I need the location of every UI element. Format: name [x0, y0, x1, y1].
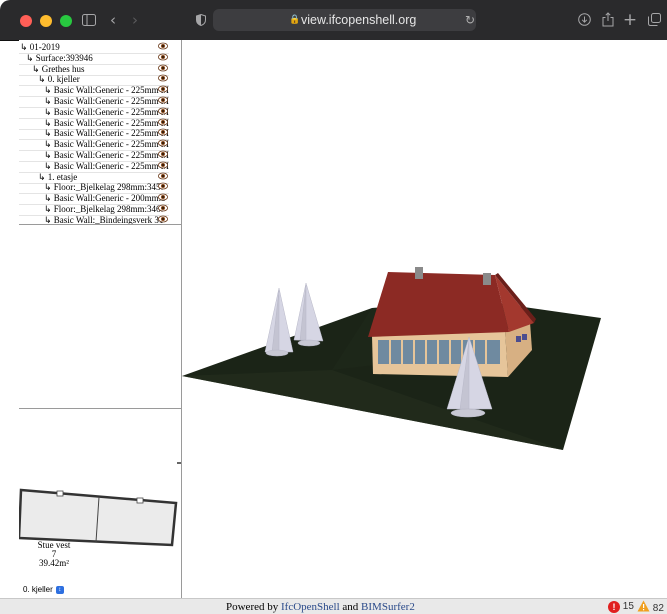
- browser-window: ‹ › 🔒 view.ifcopenshell.org ↻ + ↳ 01-201…: [0, 0, 667, 614]
- visibility-eye-icon[interactable]: [158, 64, 168, 75]
- close-window-button[interactable]: [20, 15, 32, 27]
- address-bar[interactable]: 🔒 view.ifcopenshell.org ↻: [213, 9, 476, 31]
- tree-item-label: ↳ Basic Wall:Generic - 225mm M: [44, 139, 169, 150]
- footer-prefix: Powered by: [226, 601, 281, 613]
- visibility-eye-icon[interactable]: [158, 150, 168, 161]
- error-badge[interactable]: ! 15: [608, 600, 634, 614]
- minimize-window-button[interactable]: [40, 15, 52, 27]
- visibility-eye-icon[interactable]: [158, 53, 168, 64]
- ifcopenshell-link[interactable]: IfcOpenShell: [281, 601, 340, 613]
- warning-count: 82: [652, 603, 664, 614]
- footer-bar: Powered by IfcOpenShell and BIMSurfer2 !…: [0, 598, 667, 614]
- tree-middle: [293, 282, 324, 347]
- tree-item-label: ↳ Floor:_Bjelkelag 298mm:3467: [44, 204, 166, 214]
- visibility-eye-icon[interactable]: [158, 193, 168, 204]
- select-arrows-icon: ↕: [55, 585, 64, 594]
- sidebar-toggle-icon[interactable]: [78, 8, 100, 32]
- back-icon[interactable]: ‹: [105, 8, 121, 32]
- visibility-eye-icon[interactable]: [158, 96, 168, 107]
- new-tab-icon[interactable]: +: [622, 8, 638, 32]
- visibility-eye-icon[interactable]: [158, 204, 168, 215]
- tree-item-label: ↳ Basic Wall:Generic - 225mm M: [44, 128, 169, 139]
- visibility-eye-icon[interactable]: [158, 161, 168, 172]
- visibility-eye-icon[interactable]: [158, 139, 168, 150]
- tree-item-label: ↳ Basic Wall:Generic - 225mm M: [44, 106, 169, 117]
- share-icon[interactable]: [599, 8, 617, 32]
- tree-item-label: ↳ 01-2019: [20, 42, 60, 52]
- visibility-eye-icon[interactable]: [158, 215, 168, 224]
- visibility-eye-icon[interactable]: [158, 118, 168, 129]
- tree-item-label: ↳ 0. kjeller: [38, 74, 80, 85]
- tree-item-label: ↳ Surface:393946: [26, 52, 93, 63]
- error-count: 15: [622, 601, 634, 612]
- visibility-eye-icon[interactable]: [158, 182, 168, 193]
- tree-item-label: ↳ Basic Wall:Generic - 225mm M: [44, 160, 169, 171]
- visibility-eye-icon[interactable]: [158, 128, 168, 139]
- visibility-eye-icon[interactable]: [158, 172, 168, 183]
- powered-by-text: Powered by IfcOpenShell and BIMSurfer2: [226, 599, 415, 614]
- zoom-window-button[interactable]: [60, 15, 72, 27]
- browser-toolbar: ‹ › 🔒 view.ifcopenshell.org ↻ +: [0, 0, 667, 41]
- tree-item[interactable]: ↳ Basic Wall:_Bindeingsverk 31: [19, 214, 169, 225]
- tab-overview-icon[interactable]: [645, 8, 663, 32]
- storey-select[interactable]: 0. kjeller ↕: [23, 585, 64, 595]
- footer-middle: and: [339, 601, 362, 613]
- warning-icon: [637, 600, 650, 612]
- privacy-shield-icon[interactable]: [193, 8, 209, 32]
- tree-item-label: ↳ Basic Wall:Generic - 225mm M: [44, 117, 169, 128]
- room-label: Stue vest 7 39.42m²: [29, 541, 79, 568]
- tree-item-label: ↳ Basic Wall:Generic - 225mm M: [44, 150, 169, 160]
- forward-icon[interactable]: ›: [127, 8, 143, 32]
- tree-item-label: ↳ Basic Wall:Generic - 200mm:3: [44, 193, 166, 204]
- tree-item-label: ↳ Basic Wall:Generic - 225mm M: [44, 96, 169, 106]
- visibility-eye-icon[interactable]: [158, 85, 168, 96]
- error-icon: !: [608, 601, 620, 613]
- url-text: view.ifcopenshell.org: [301, 13, 417, 27]
- left-panel: ↳ 01-2019 ↳ Surface:393946 ↳ Grethes hus ↳ …: [19, 40, 182, 598]
- bimsurfer-link[interactable]: BIMSurfer2: [361, 601, 415, 613]
- lock-icon: 🔒: [289, 15, 301, 25]
- visibility-eye-icon[interactable]: [158, 74, 168, 85]
- model-tree: ↳ 01-2019 ↳ Surface:393946 ↳ Grethes hus ↳ …: [19, 40, 181, 225]
- tree-item-label: ↳ Grethes hus: [32, 63, 85, 74]
- properties-panel: [19, 225, 181, 409]
- tree-item-label: ↳ Floor:_Bjelkelag 298mm:3457: [44, 182, 166, 193]
- tree-left: [264, 287, 294, 357]
- tree-item-label: ↳ Basic Wall:_Bindeingsverk 31: [44, 214, 164, 225]
- visibility-eye-icon[interactable]: [158, 42, 168, 53]
- visibility-eye-icon[interactable]: [158, 107, 168, 118]
- floor-plan-panel: Stue vest 7 39.42m² 0. kjeller ↕: [19, 409, 181, 598]
- 3d-viewport[interactable]: [182, 40, 667, 598]
- house: [368, 267, 536, 377]
- tree-item-label: ↳ Basic Wall:Generic - 225mm M: [44, 85, 169, 96]
- storey-select-value: 0. kjeller: [23, 585, 53, 594]
- download-icon[interactable]: [575, 8, 593, 32]
- reload-icon[interactable]: ↻: [465, 9, 475, 31]
- floor-plan-drawing[interactable]: [19, 409, 181, 598]
- tree-item-label: ↳ 1. etasje: [38, 171, 78, 182]
- 3d-model-scene[interactable]: [182, 40, 667, 598]
- warning-badge[interactable]: 82: [637, 600, 664, 614]
- room-area: 39.42m²: [39, 558, 69, 568]
